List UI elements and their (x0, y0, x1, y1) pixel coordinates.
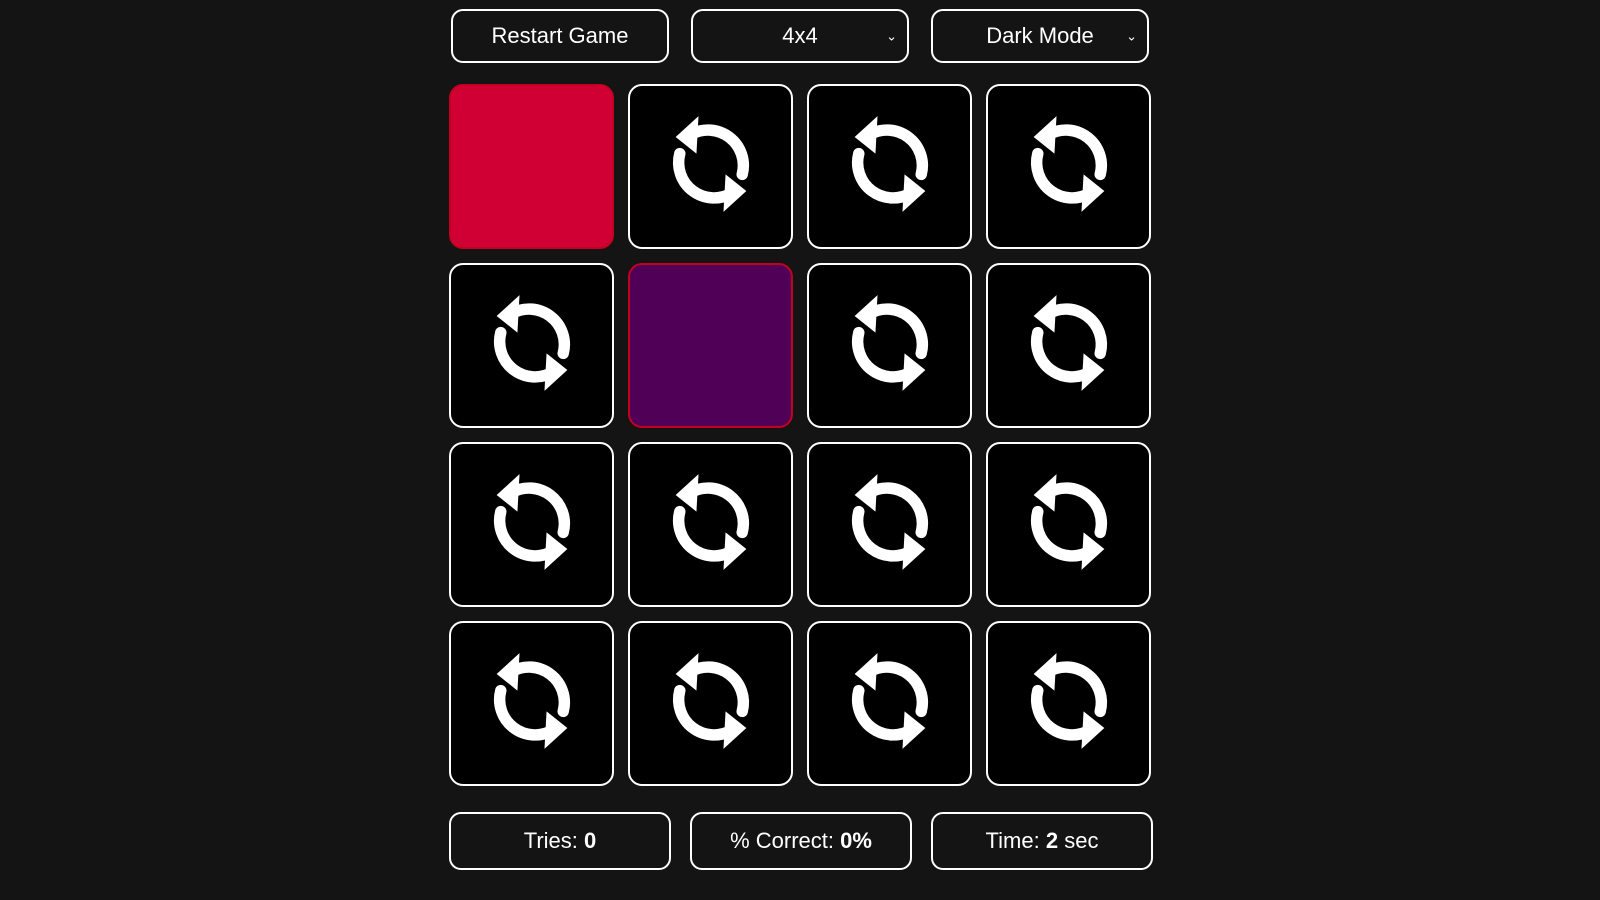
swap-arrows-icon (838, 291, 942, 400)
swap-arrows-icon (480, 470, 584, 579)
tries-label: Tries: (523, 828, 585, 853)
swap-arrows-icon (480, 291, 584, 400)
card-hidden[interactable] (807, 442, 972, 607)
swap-arrows-icon (480, 649, 584, 758)
card-hidden[interactable] (628, 621, 793, 786)
card-hidden[interactable] (807, 263, 972, 428)
card-hidden[interactable] (986, 442, 1151, 607)
board-size-select[interactable]: 4x4 ⌄ (691, 9, 909, 63)
restart-game-button[interactable]: Restart Game (451, 9, 669, 63)
swap-arrows-icon (838, 649, 942, 758)
card-hidden[interactable] (449, 621, 614, 786)
time-stat: Time: 2 sec (931, 812, 1153, 870)
time-value: 2 (1045, 828, 1059, 853)
percent-correct-value: 0% (840, 828, 872, 853)
card-hidden[interactable] (628, 442, 793, 607)
time-label: Time: (985, 828, 1046, 853)
card-hidden[interactable] (986, 621, 1151, 786)
swap-arrows-icon (659, 112, 763, 221)
stats-bar: Tries: 0 % Correct: 0% Time: 2 sec (449, 812, 1153, 870)
card-hidden[interactable] (807, 621, 972, 786)
swap-arrows-icon (659, 470, 763, 579)
theme-select[interactable]: Dark Mode ⌄ (931, 9, 1149, 63)
swap-arrows-icon (1017, 649, 1121, 758)
card-hidden[interactable] (986, 84, 1151, 249)
card-hidden[interactable] (449, 263, 614, 428)
card-revealed[interactable] (449, 84, 614, 249)
tries-value: 0 (584, 828, 597, 853)
swap-arrows-icon (1017, 470, 1121, 579)
board-size-value: 4x4 (782, 23, 818, 48)
card-grid (449, 84, 1151, 786)
swap-arrows-icon (838, 470, 942, 579)
card-hidden[interactable] (807, 84, 972, 249)
card-hidden[interactable] (449, 442, 614, 607)
tries-stat: Tries: 0 (449, 812, 671, 870)
theme-value: Dark Mode (986, 23, 1094, 48)
swap-arrows-icon (1017, 112, 1121, 221)
card-hidden[interactable] (986, 263, 1151, 428)
swap-arrows-icon (659, 649, 763, 758)
card-revealed[interactable] (628, 263, 793, 428)
time-unit: sec (1058, 828, 1099, 853)
swap-arrows-icon (838, 112, 942, 221)
controls-bar: Restart Game 4x4 ⌄ Dark Mode ⌄ (451, 9, 1149, 63)
swap-arrows-icon (1017, 291, 1121, 400)
restart-game-label: Restart Game (491, 23, 629, 48)
chevron-down-icon: ⌄ (1126, 28, 1137, 44)
percent-correct-label: % Correct: (730, 828, 841, 853)
card-hidden[interactable] (628, 84, 793, 249)
chevron-down-icon: ⌄ (886, 28, 897, 44)
percent-correct-stat: % Correct: 0% (690, 812, 912, 870)
